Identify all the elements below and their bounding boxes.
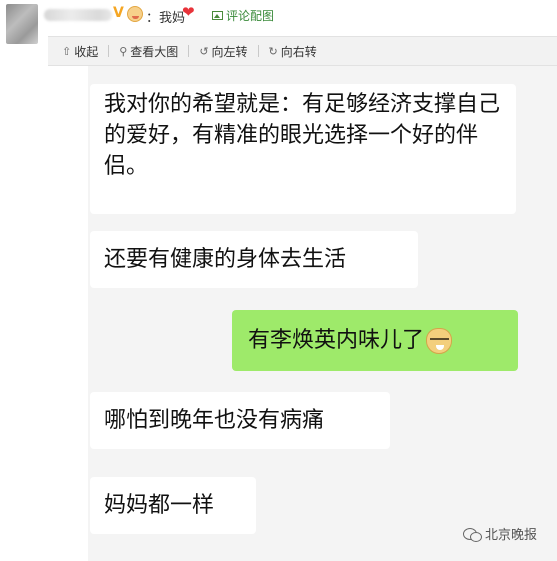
username-blurred[interactable] (44, 9, 112, 21)
rotate-right-label: 向右转 (280, 44, 317, 59)
watermark: 北京晚报 (463, 524, 537, 543)
message-bubble: 哪怕到晚年也没有病痛 (90, 392, 390, 449)
message-bubble: 妈妈都一样 (90, 477, 256, 534)
comment-pic-label: 评论配图 (226, 9, 275, 23)
collapse-arrow-icon: ⇧ (62, 44, 72, 58)
message-text: 有李焕英内味儿了 (248, 328, 425, 353)
picture-icon (212, 11, 223, 20)
comment-pic-link[interactable]: 评论配图 (212, 7, 274, 24)
girl-emoji-icon (127, 6, 143, 22)
rotate-left-icon: ↺ (199, 44, 209, 58)
message-bubble: 我对你的希望就是：有足够经济支撑自己的爱好，有精准的眼光选择一个好的伴侣。 (90, 84, 516, 214)
view-large-label: 查看大图 (130, 44, 179, 59)
toolbar-divider (108, 45, 110, 57)
magnifier-icon: ⚲ (119, 44, 128, 58)
rotate-left-label: 向左转 (211, 44, 248, 59)
toolbar-divider (257, 45, 259, 57)
toolbar-divider (188, 45, 190, 57)
heart-icon: ❤ (182, 3, 195, 21)
view-large-button[interactable]: ⚲ 查看大图 (119, 43, 178, 60)
collapse-button[interactable]: ⇧ 收起 (62, 43, 98, 60)
post-text: ：我妈 (146, 11, 186, 26)
rotate-right-icon: ↻ (268, 44, 278, 58)
chat-screenshot: 我对你的希望就是：有足够经济支撑自己的爱好，有精准的眼光选择一个好的伴侣。 还要… (88, 66, 557, 561)
message-bubble-self: 有李焕英内味儿了 (232, 310, 518, 371)
avatar[interactable] (6, 4, 38, 44)
rotate-right-button[interactable]: ↻ 向右转 (269, 43, 317, 60)
wechat-icon (463, 527, 482, 542)
collapse-label: 收起 (74, 44, 99, 59)
doge-emoji-icon (426, 327, 453, 354)
watermark-text: 北京晚报 (485, 528, 538, 543)
image-toolbar: ⇧ 收起 ⚲ 查看大图 ↺ 向左转 ↻ 向右转 (48, 36, 557, 66)
message-bubble: 还要有健康的身体去生活 (90, 231, 418, 288)
verified-badge: V (113, 5, 124, 21)
rotate-left-button[interactable]: ↺ 向左转 (199, 43, 247, 60)
